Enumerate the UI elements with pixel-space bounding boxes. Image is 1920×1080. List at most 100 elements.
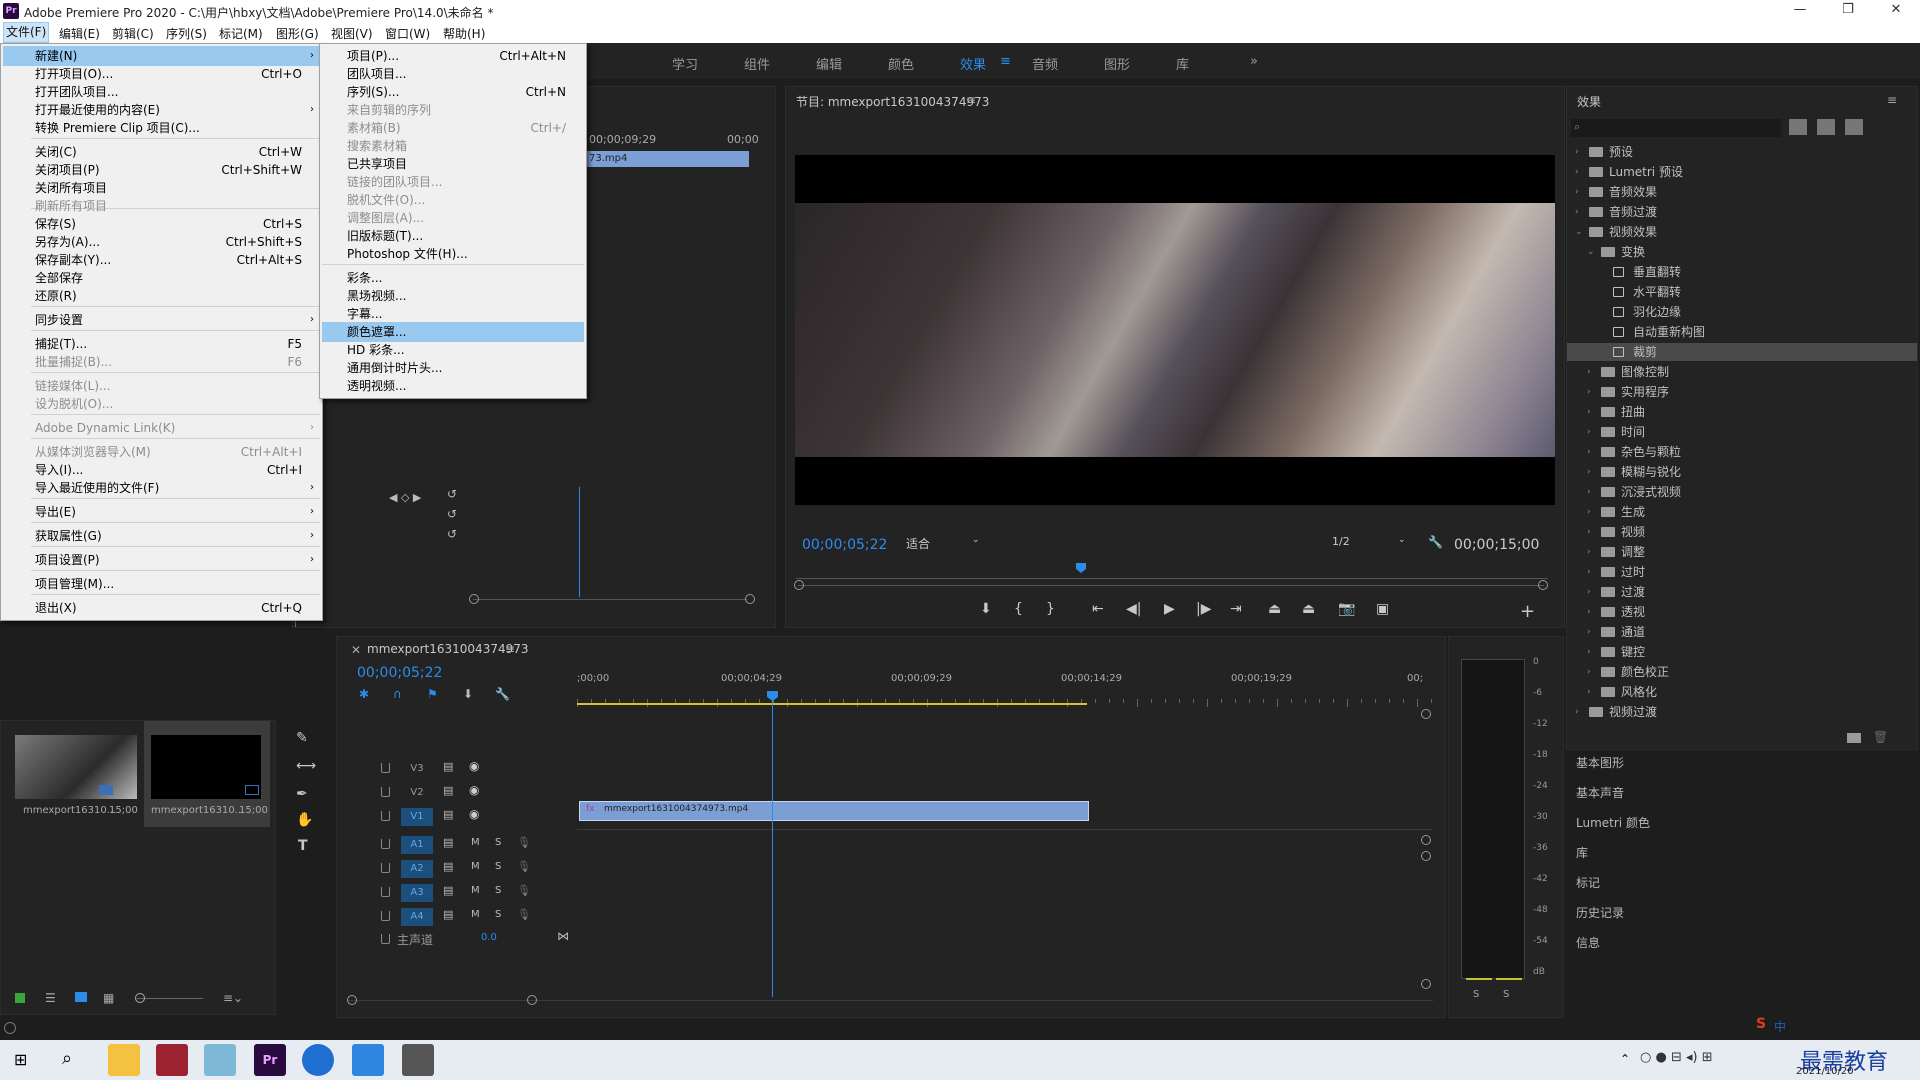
sync-lock-icon[interactable]: ▤ (443, 884, 453, 897)
lift-icon[interactable]: ⏏ (1268, 601, 1281, 617)
close-tab-icon[interactable]: ✕ (351, 643, 361, 657)
effect-folder[interactable]: › 视频过渡 (1567, 703, 1917, 721)
add-marker-icon[interactable]: ⬇ (463, 687, 473, 701)
effect-folder[interactable]: › 杂色与颗粒 (1567, 443, 1917, 461)
go-to-out-icon[interactable]: ⇥ (1230, 601, 1242, 617)
chevron-right-icon[interactable]: › (1587, 503, 1597, 521)
new-submenu-item[interactable]: 团队项目... (322, 64, 584, 84)
file-menu-item[interactable]: 项目设置(P) › (3, 550, 320, 570)
go-to-in-icon[interactable]: ⇤ (1092, 601, 1104, 617)
effect-folder[interactable]: › 模糊与锐化 (1567, 463, 1917, 481)
new-submenu-item[interactable]: 字幕... (322, 304, 584, 324)
workspace-libraries[interactable]: 库 (1176, 54, 1189, 73)
workspace-audio[interactable]: 音频 (1032, 54, 1058, 73)
sync-lock-icon[interactable]: ▤ (443, 908, 453, 921)
ime-lang[interactable]: 中 (1774, 1018, 1786, 1035)
scroll-handle[interactable] (1538, 580, 1548, 590)
master-track[interactable]: 主声道 0.0 ⋈ (377, 929, 577, 949)
scroll-handle[interactable] (745, 594, 755, 604)
new-submenu-item[interactable]: 序列(S)... Ctrl+N (322, 82, 584, 102)
workspace-assembly[interactable]: 组件 (744, 54, 770, 73)
scroll-handle[interactable] (347, 995, 357, 1005)
chevron-right-icon[interactable]: › (1587, 523, 1597, 541)
new-submenu-item[interactable]: HD 彩条... (322, 340, 584, 360)
track-target[interactable]: A4 (401, 908, 433, 926)
chevron-down-icon[interactable]: ⌄ (1587, 243, 1597, 261)
comparison-view-icon[interactable]: ▣ (1376, 601, 1389, 617)
lock-icon[interactable] (15, 993, 25, 1003)
lock-icon[interactable] (381, 763, 390, 773)
chevron-right-icon[interactable]: › (1587, 643, 1597, 661)
effect-item[interactable]: 裁剪 (1567, 343, 1917, 361)
razor-tool-icon[interactable]: ✎ (296, 730, 308, 746)
chevron-right-icon[interactable]: › (1575, 703, 1585, 721)
track-header-a1[interactable]: A1 ▤ M S 🎙 (377, 833, 577, 855)
tray-chevron-icon[interactable]: ⌃ (1620, 1052, 1630, 1066)
edge-browser-icon[interactable] (302, 1044, 334, 1076)
chevron-right-icon[interactable]: › (1575, 163, 1585, 181)
solo-right-button[interactable]: S (1503, 989, 1509, 1000)
solo-button[interactable]: S (495, 909, 501, 920)
track-target[interactable]: A3 (401, 884, 433, 902)
add-marker-icon[interactable]: ⬇ (980, 601, 992, 617)
new-submenu-item[interactable]: 透明视频... (322, 376, 584, 396)
track-target[interactable]: A2 (401, 860, 433, 878)
workspace-learn[interactable]: 学习 (672, 54, 698, 73)
microphone-icon[interactable]: 🎙 (517, 908, 531, 921)
premiere-taskbar-icon[interactable]: Pr (254, 1044, 286, 1076)
app-icon-red[interactable] (156, 1044, 188, 1076)
chevron-right-icon[interactable]: › (1587, 483, 1597, 501)
project-thumb-1[interactable] (15, 735, 137, 799)
effect-folder[interactable]: › 扭曲 (1567, 403, 1917, 421)
step-forward-icon[interactable]: |▶ (1196, 601, 1211, 617)
sync-lock-icon[interactable]: ▤ (443, 784, 453, 797)
new-bin-icon[interactable] (1847, 733, 1861, 743)
collapsed-panel-header[interactable]: 信息 (1576, 934, 1906, 958)
mute-button[interactable]: M (471, 909, 480, 920)
reset-icon[interactable]: ↺ (447, 507, 457, 521)
video-viewer[interactable] (795, 155, 1555, 505)
chevron-right-icon[interactable]: › (1575, 203, 1585, 221)
file-menu-item[interactable]: 保存(S) Ctrl+S (3, 214, 320, 234)
menu-clip[interactable]: 剪辑(C) (112, 25, 154, 42)
solo-button[interactable]: S (495, 885, 501, 896)
solo-button[interactable]: S (495, 861, 501, 872)
menu-file[interactable]: 文件(F) (2, 22, 50, 43)
file-menu-item[interactable]: 捕捉(T)... F5 (3, 334, 320, 354)
nest-icon[interactable]: ✱ (359, 687, 369, 701)
panel-menu-icon[interactable]: ≡ (1887, 93, 1897, 107)
track-header-a3[interactable]: A3 ▤ M S 🎙 (377, 881, 577, 903)
effect-folder[interactable]: › 颜色校正 (1567, 663, 1917, 681)
chevron-right-icon[interactable]: › (1575, 143, 1585, 161)
file-menu-item[interactable]: 获取属性(G) › (3, 526, 320, 546)
effect-folder[interactable]: › 调整 (1567, 543, 1917, 561)
new-submenu-item[interactable]: Photoshop 文件(H)... (322, 244, 584, 264)
effect-folder[interactable]: › 音频过渡 (1567, 203, 1917, 221)
panel-menu-icon[interactable]: ≡ (966, 93, 976, 107)
mute-button[interactable]: M (471, 885, 480, 896)
effect-item[interactable]: 羽化边缘 (1567, 303, 1917, 321)
32bit-effects-icon[interactable] (1817, 119, 1835, 135)
scroll-handle[interactable] (469, 594, 479, 604)
maximize-button[interactable]: ❐ (1828, 2, 1868, 20)
menu-edit[interactable]: 编辑(E) (59, 25, 100, 42)
menu-sequence[interactable]: 序列(S) (166, 25, 207, 42)
file-menu-item[interactable]: 转换 Premiere Clip 项目(C)... (3, 118, 320, 138)
chevron-right-icon[interactable]: › (1587, 403, 1597, 421)
lock-icon[interactable] (381, 934, 390, 944)
track-header-v2[interactable]: V2 ▤ ◉ (377, 781, 577, 803)
workspace-menu-icon[interactable]: ≡ (1000, 54, 1011, 69)
fit-dropdown[interactable]: 适合 ⌄ (906, 535, 986, 553)
chevron-right-icon[interactable]: › (1587, 423, 1597, 441)
file-menu-item[interactable]: 关闭所有项目 (3, 178, 320, 198)
close-button[interactable]: ✕ (1876, 2, 1916, 20)
delete-icon[interactable]: 🗑 (1873, 730, 1888, 744)
track-target[interactable]: V1 (401, 808, 433, 826)
collapsed-panel-header[interactable]: 标记 (1576, 874, 1906, 898)
chevron-right-icon[interactable]: › (1587, 543, 1597, 561)
file-menu-item[interactable]: 关闭项目(P) Ctrl+Shift+W (3, 160, 320, 180)
effect-folder[interactable]: › 过时 (1567, 563, 1917, 581)
menu-marker[interactable]: 标记(M) (219, 25, 263, 42)
microphone-icon[interactable]: 🎙 (517, 860, 531, 873)
menu-window[interactable]: 窗口(W) (385, 25, 430, 42)
